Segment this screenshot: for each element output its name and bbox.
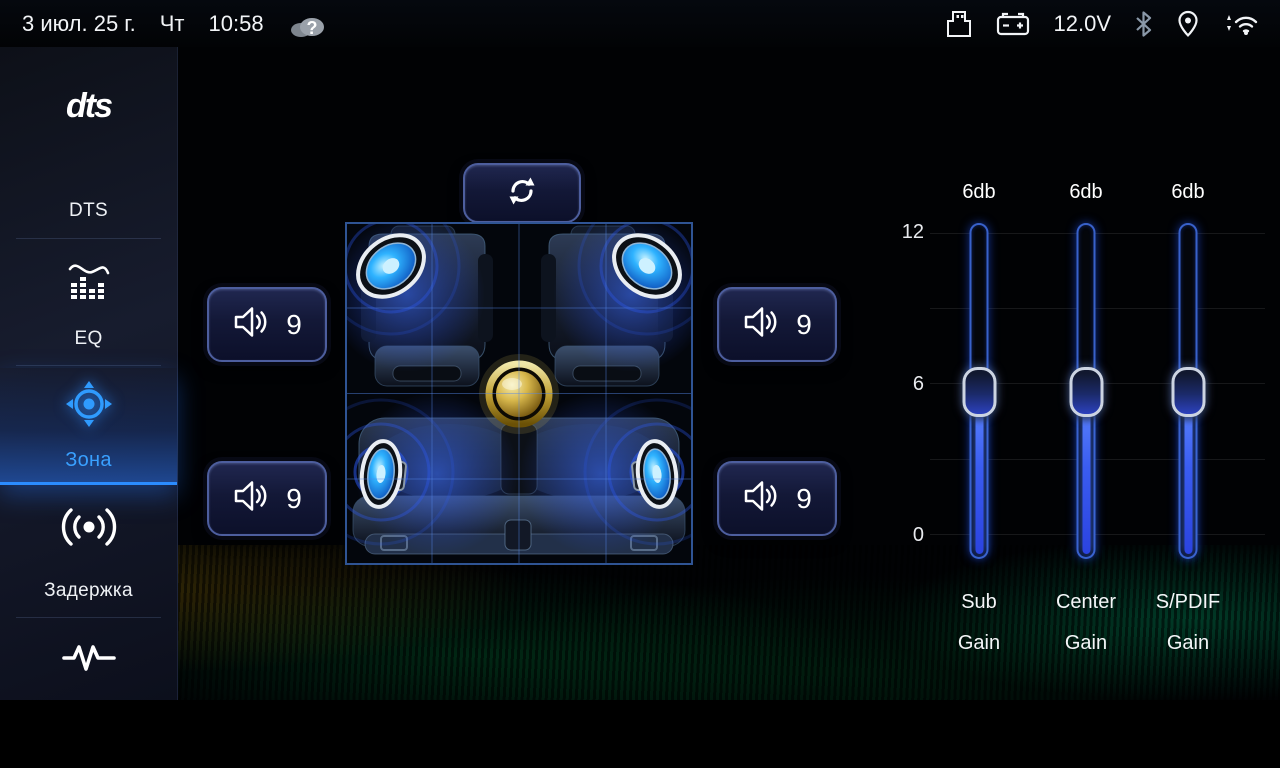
slider-name: S/PDIF [1128,591,1248,614]
slider-value-label: 6db [1128,181,1248,204]
tick-6: 6 [880,373,924,396]
zone-volume-value: 9 [286,309,302,341]
slider-track[interactable] [1077,223,1096,559]
slider-unit: Gain [919,632,1039,655]
car-battery-icon [996,11,1030,37]
head-unit-screen: 3 июл. 25 г. Чт 10:58 ? [0,0,1280,768]
sidebar-item-label: Зона [65,449,112,472]
slider-thumb[interactable] [1171,367,1205,417]
slider-thumb[interactable] [1069,367,1103,417]
speaker-volume-icon [742,479,780,518]
delay-sound-waves-icon [58,502,120,557]
sidebar-item-eq[interactable]: EQ [0,255,177,350]
zone-panel: 9 9 9 [0,47,1280,700]
sidebar-item-zone[interactable]: Зона [0,368,177,485]
sidebar-menu: dts DTS EQ [0,47,178,700]
bottom-nav-bar: 87.5 [0,700,1280,768]
slider-spdif-gain: 6db S/PDIF Gain [1128,177,1248,657]
zone-volume-value: 9 [796,483,812,515]
location-icon [1176,10,1200,38]
status-date: 3 июл. 25 г. [22,11,136,37]
zone-target-icon [63,378,115,435]
gain-panel: 12 6 0 6db Sub Gain 6db Center Gain [880,157,1280,657]
slider-thumb[interactable] [962,367,996,417]
weather-cloud-question-icon: ? [288,8,326,40]
sidebar-item-label: Задержка [44,580,133,602]
slider-fill [1082,398,1090,554]
speaker-volume-icon [232,305,270,344]
sidebar-item-label: DTS [69,200,108,222]
slider-unit: Gain [1128,632,1248,655]
speaker-volume-icon [232,479,270,518]
battery-voltage: 12.0V [1054,11,1112,37]
tick-12: 12 [880,221,924,244]
zone-volume-front-right-button[interactable]: 9 [717,287,837,362]
sidebar-item-delay[interactable]: Задержка [0,502,177,602]
slider-fill [975,398,983,554]
slider-value-label: 6db [919,181,1039,204]
slider-fill [1184,398,1192,554]
zone-seat-map[interactable] [345,222,693,570]
zone-volume-value: 9 [286,483,302,515]
zone-volume-value: 9 [796,309,812,341]
dts-logo: dts [66,87,111,126]
sidebar-item-dts[interactable]: dts DTS [0,87,177,222]
sidebar-item-label: EQ [74,328,102,350]
speaker-volume-icon [742,305,780,344]
frequency-wave-icon [61,639,117,682]
slider-name: Sub [919,591,1039,614]
wifi-icon [1224,11,1260,37]
svg-text:?: ? [306,18,317,38]
zone-reset-button[interactable] [463,163,581,223]
eq-icon [66,255,112,308]
status-bar: 3 июл. 25 г. Чт 10:58 ? [0,0,1280,47]
usb-icon [946,10,972,38]
tick-0: 0 [880,524,924,547]
slider-track[interactable] [1179,223,1198,559]
slider-track[interactable] [970,223,989,559]
status-time: 10:58 [209,11,264,37]
status-day: Чт [160,11,185,37]
zone-volume-front-left-button[interactable]: 9 [207,287,327,362]
zone-volume-rear-right-button[interactable]: 9 [717,461,837,536]
slider-sub-gain: 6db Sub Gain [919,177,1039,657]
divider [16,365,161,366]
divider [16,617,161,618]
divider [16,238,161,239]
bluetooth-icon [1135,11,1152,37]
reset-icon [506,175,538,212]
zone-volume-rear-left-button[interactable]: 9 [207,461,327,536]
